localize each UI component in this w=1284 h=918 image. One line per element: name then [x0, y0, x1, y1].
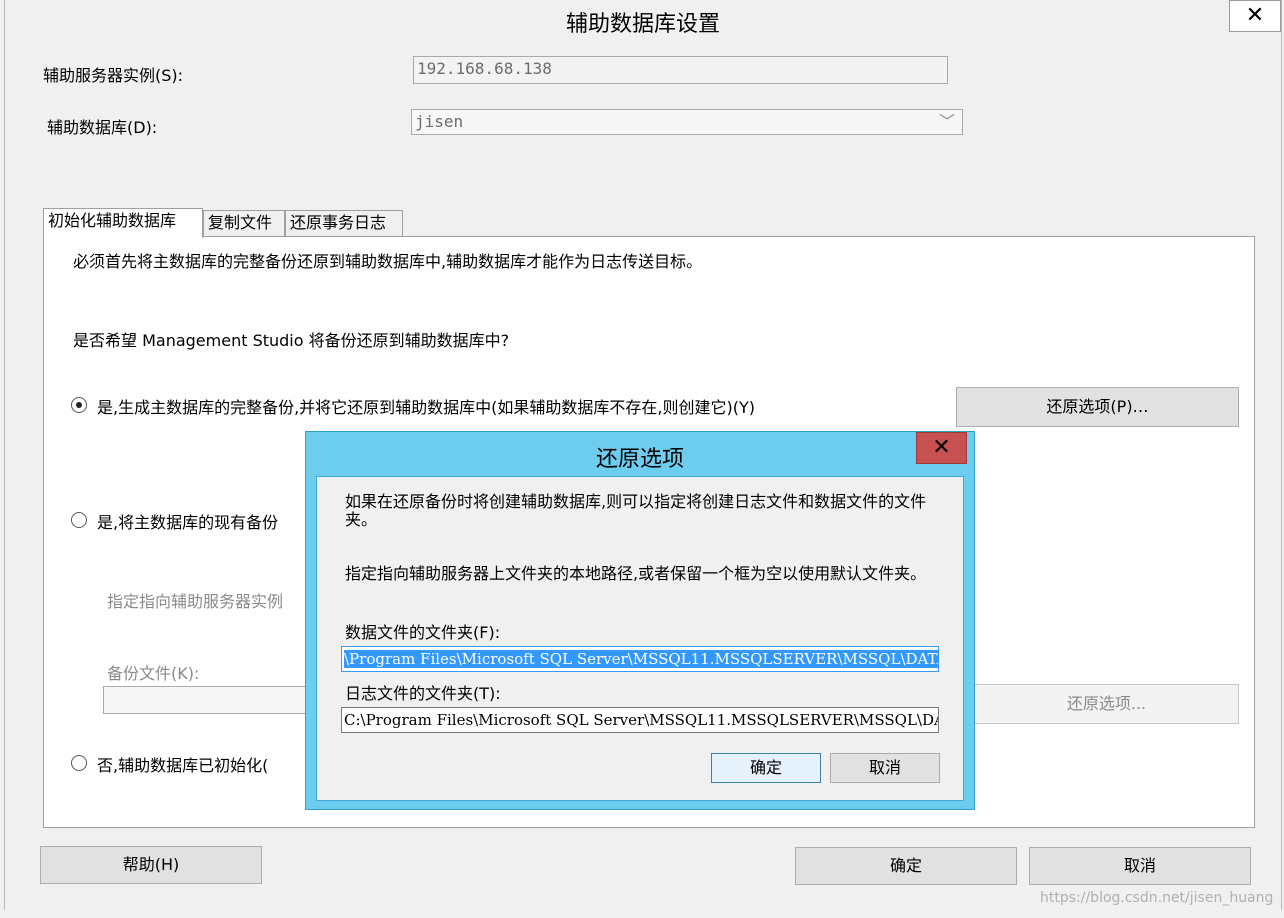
window-title: 辅助数据库设置 [565, 12, 720, 37]
dialog-title: 还原选项 [595, 447, 684, 472]
server-instance-label: 辅助服务器实例(S): [43, 66, 184, 85]
backup-file-label: 备份文件(K): [107, 664, 200, 683]
restore-options-disabled-button[interactable]: 还原选项... [974, 684, 1239, 724]
cancel-button[interactable]: 取消 [1029, 847, 1251, 885]
restore-options-dialog: 还原选项 ✕ 如果在还原备份时将创建辅助数据库,则可以指定将创建日志文件和数据文… [305, 431, 975, 810]
tab-restore-log[interactable]: 还原事务日志 [285, 210, 403, 236]
dialog-ok-button[interactable]: 确定 [711, 753, 821, 783]
option-generate-backup-label[interactable]: 是,生成主数据库的完整备份,并将它还原到辅助数据库中(如果辅助数据库不存在,则创… [97, 394, 755, 418]
radio-selected-dot [76, 402, 82, 408]
server-instance-field[interactable]: 192.168.68.138 [413, 56, 948, 84]
data-folder-label: 数据文件的文件夹(F): [345, 623, 501, 642]
database-select[interactable]: jisen ﹀ [411, 109, 963, 135]
log-folder-input[interactable]: C:\Program Files\Microsoft SQL Server\MS… [341, 707, 939, 733]
close-button[interactable]: ✕ [1229, 0, 1281, 32]
dialog-close-button[interactable]: ✕ [916, 432, 967, 464]
database-select-value: jisen [415, 112, 464, 131]
option-existing-backup-label[interactable]: 是,将主数据库的现有备份 [97, 509, 278, 533]
dialog-description-2: 指定指向辅助服务器上文件夹的本地路径,或者保留一个框为空以使用默认文件夹。 [345, 564, 927, 583]
data-folder-input[interactable]: \Program Files\Microsoft SQL Server\MSSQ… [341, 646, 939, 672]
title-bar: 辅助数据库设置 ✕ [5, 0, 1281, 42]
option-already-initialized-radio[interactable] [71, 755, 87, 771]
log-folder-label: 日志文件的文件夹(T): [345, 684, 501, 703]
chevron-down-icon: ﹀ [938, 112, 955, 131]
restore-options-button[interactable]: 还原选项(P)… [956, 387, 1239, 427]
tab-copy-files[interactable]: 复制文件 [203, 210, 285, 236]
tab-init-secondary-db[interactable]: 初始化辅助数据库 [43, 208, 203, 238]
dialog-cancel-button[interactable]: 取消 [830, 753, 940, 783]
data-folder-value: \Program Files\Microsoft SQL Server\MSSQ… [344, 650, 938, 668]
option-existing-backup-radio[interactable] [71, 512, 87, 528]
ok-button[interactable]: 确定 [795, 847, 1017, 885]
database-label: 辅助数据库(D): [47, 118, 158, 137]
intro-text: 必须首先将主数据库的完整备份还原到辅助数据库中,辅助数据库才能作为日志传送目标。 [73, 252, 703, 271]
backup-file-field[interactable] [103, 686, 313, 714]
dialog-body: 如果在还原备份时将创建辅助数据库,则可以指定将创建日志文件和数据文件的文件夹。 … [316, 476, 964, 801]
question-text: 是否希望 Management Studio 将备份还原到辅助数据库中? [73, 331, 510, 350]
network-path-label: 指定指向辅助服务器实例 [107, 592, 284, 611]
option-already-initialized-label[interactable]: 否,辅助数据库已初始化( [97, 752, 268, 776]
watermark: https://blog.csdn.net/jisen_huang [1040, 890, 1274, 906]
help-button[interactable]: 帮助(H) [40, 846, 262, 884]
option-generate-backup-radio[interactable] [71, 397, 87, 413]
dialog-description-1: 如果在还原备份时将创建辅助数据库,则可以指定将创建日志文件和数据文件的文件夹。 [345, 492, 927, 529]
